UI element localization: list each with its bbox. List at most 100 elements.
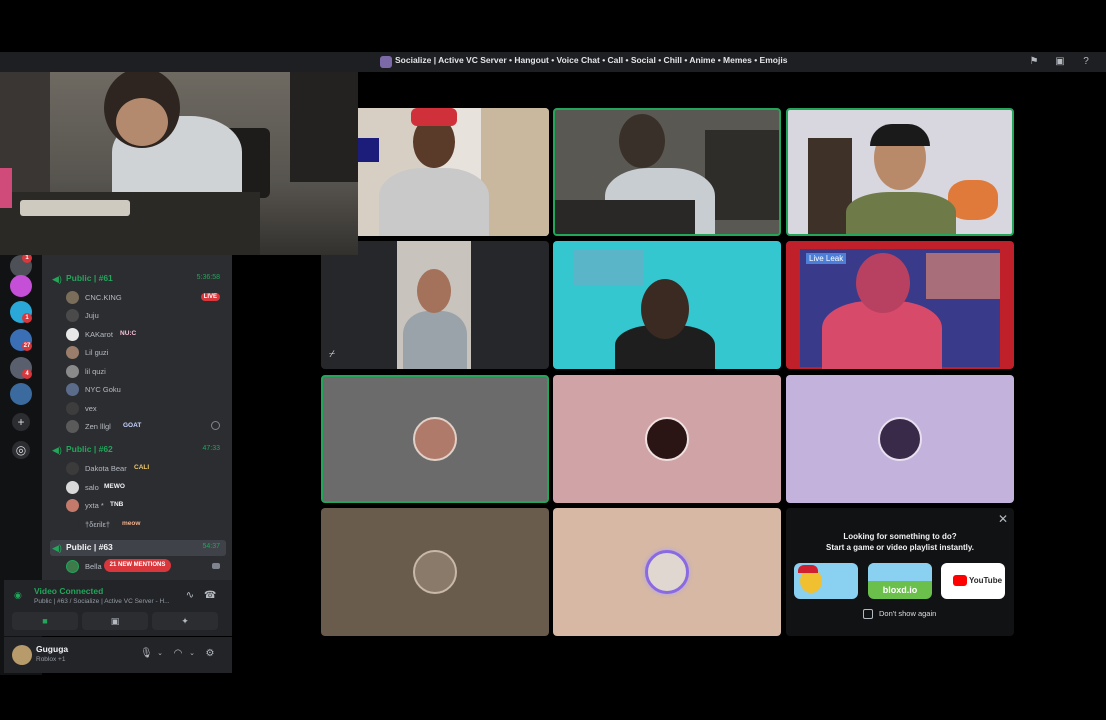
chevron-down-icon[interactable]: ⌄: [154, 648, 166, 660]
dont-show-label: Don't show again: [879, 609, 937, 618]
activity-app-game[interactable]: [794, 563, 858, 599]
avatar-tile[interactable]: [321, 375, 549, 503]
member-name: vex: [85, 404, 97, 413]
member-name: salo: [85, 483, 99, 492]
avatar[interactable]: [12, 645, 32, 665]
member-item[interactable]: Dakota Bear CALI: [66, 461, 228, 477]
noise-suppression-icon[interactable]: ∿: [184, 590, 196, 602]
member-tag: MEWO: [104, 483, 125, 490]
video-tile[interactable]: [553, 108, 781, 236]
voice-status: Video Connected: [34, 586, 104, 596]
live-badge: LIVE: [200, 293, 220, 301]
avatar: [66, 346, 79, 359]
avatar: [66, 402, 79, 415]
member-tag: NU:C: [120, 330, 137, 337]
voice-location: Public | #63 / Socialize | Active VC Ser…: [34, 598, 170, 605]
member-name: Lil guzi: [85, 348, 109, 357]
camera-button[interactable]: ■: [12, 612, 78, 630]
member-item[interactable]: yxta * TNB: [66, 498, 228, 514]
member-item[interactable]: KAKarot NU:C: [66, 327, 228, 343]
speaker-icon: ◀): [52, 445, 62, 455]
username: Guguga: [36, 644, 69, 654]
user-status: Roblox +1: [36, 656, 66, 663]
muted-icon: ⌿: [329, 349, 335, 360]
window-title: Socialize | Active VC Server • Hangout •…: [395, 55, 788, 65]
member-tag: meow: [122, 520, 141, 527]
server-icon[interactable]: [10, 383, 32, 405]
headphones-icon[interactable]: ◠: [172, 648, 184, 660]
xbox-icon: [211, 421, 220, 430]
member-tag: TNB: [110, 501, 124, 508]
avatar-tile[interactable]: [553, 508, 781, 636]
member-name: NYC Goku: [85, 385, 121, 394]
microphone-icon[interactable]: 🎙: [140, 648, 153, 660]
close-icon[interactable]: ✕: [998, 512, 1008, 526]
activity-subheading: Start a game or video playlist instantly…: [826, 543, 974, 552]
avatar: [66, 560, 79, 573]
title-bar: Socialize | Active VC Server • Hangout •…: [0, 52, 1106, 72]
channel-name: Public | #62: [66, 444, 113, 454]
disconnect-icon[interactable]: ☎: [204, 590, 216, 602]
video-tile[interactable]: Live Leak: [786, 241, 1014, 369]
help-icon[interactable]: ?: [1080, 56, 1092, 68]
avatar: [66, 383, 79, 396]
overlay-label: Live Leak: [806, 253, 847, 264]
voice-channel-62[interactable]: ◀) Public | #62 47:33: [50, 442, 226, 458]
screen-icon[interactable]: ▣: [1054, 56, 1066, 68]
member-name: CNC.KING: [85, 293, 122, 302]
avatar: [413, 550, 457, 594]
activity-heading: Looking for something to do?: [843, 532, 957, 541]
self-video-preview[interactable]: [0, 72, 358, 255]
member-item[interactable]: Lil guzi: [66, 345, 228, 361]
member-name: †δεrilε†: [85, 520, 111, 529]
channel-timer: 5:36:58: [196, 274, 220, 281]
member-item[interactable]: NYC Goku: [66, 382, 228, 398]
server-icon: [380, 56, 392, 68]
video-tile[interactable]: ⌿: [321, 241, 549, 369]
channel-name: Public | #61: [66, 273, 113, 283]
video-tile[interactable]: [786, 108, 1014, 236]
member-tag: CALI: [134, 464, 150, 471]
activity-app-bloxd[interactable]: bloxd.io: [868, 563, 932, 599]
server-icon[interactable]: [10, 275, 32, 297]
screenshare-button[interactable]: ▣: [82, 612, 148, 630]
member-item[interactable]: †δεrilε† meow: [66, 517, 228, 533]
activities-button[interactable]: ✦: [152, 612, 218, 630]
chevron-down-icon[interactable]: ⌄: [186, 648, 198, 660]
avatar-tile[interactable]: [786, 375, 1014, 503]
member-item[interactable]: lil quzi: [66, 364, 228, 380]
flag-icon[interactable]: ⚑: [1028, 56, 1040, 68]
voice-connection-panel: ◉ Video Connected Public | #63 / Sociali…: [4, 580, 232, 636]
speaker-icon: ◀): [52, 274, 62, 284]
member-name: yxta *: [85, 501, 104, 510]
unread-badge: 1: [22, 313, 32, 323]
activity-app-youtube[interactable]: YouTube: [941, 563, 1005, 599]
member-item[interactable]: vex: [66, 401, 228, 417]
channel-timer: 54:37: [202, 543, 220, 550]
new-mentions-pill[interactable]: 21 NEW MENTIONS: [104, 559, 171, 572]
voice-channel-63[interactable]: ◀) Public | #63 54:37: [50, 540, 226, 556]
avatar: [66, 365, 79, 378]
member-item[interactable]: salo MEWO: [66, 480, 228, 496]
avatar: [66, 518, 79, 531]
avatar: [66, 499, 79, 512]
avatar-tile[interactable]: [321, 508, 549, 636]
settings-gear-icon[interactable]: ⚙: [204, 648, 216, 660]
avatar: [66, 328, 79, 341]
add-server-icon[interactable]: +: [12, 413, 30, 431]
avatar: [66, 291, 79, 304]
channel-timer: 47:33: [202, 445, 220, 452]
avatar: [413, 417, 457, 461]
member-name: KAKarot: [85, 330, 113, 339]
avatar-tile[interactable]: [553, 375, 781, 503]
voice-channel-61[interactable]: ◀) Public | #61 5:36:58: [50, 271, 226, 287]
app-label: YouTube: [969, 576, 1003, 585]
member-item[interactable]: CNC.KING LIVE: [66, 290, 228, 306]
discover-icon[interactable]: ◎: [12, 441, 30, 459]
member-name: Dakota Bear: [85, 464, 127, 473]
dont-show-checkbox[interactable]: [863, 609, 873, 619]
member-item[interactable]: Juju: [66, 308, 228, 324]
video-tile[interactable]: [553, 241, 781, 369]
member-item[interactable]: Zen lllgl GOAT: [66, 419, 228, 435]
signal-icon: ◉: [14, 590, 22, 600]
